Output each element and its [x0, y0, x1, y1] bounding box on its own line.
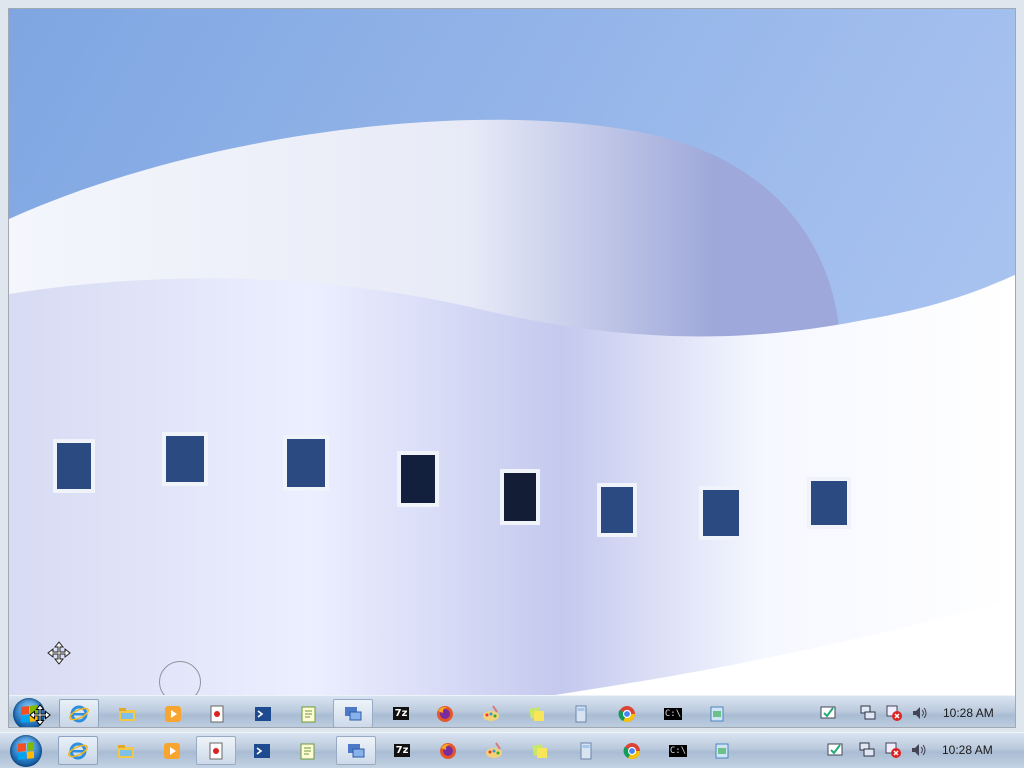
error-icon[interactable]	[885, 704, 903, 722]
file-manager-icon	[707, 704, 727, 724]
chrome-icon	[617, 704, 637, 724]
taskbar-7zip[interactable]: 7z	[381, 699, 421, 727]
paint-icon	[481, 704, 501, 724]
taskbar-file-manager[interactable]	[702, 736, 742, 765]
folder-icon	[117, 704, 137, 724]
move-cursor-icon	[47, 641, 71, 665]
folder-icon	[116, 741, 136, 761]
media-player-icon	[163, 704, 183, 724]
taskbar-media-player[interactable]	[152, 736, 192, 765]
taskbar-media-player[interactable]	[153, 699, 193, 727]
taskbar-cmd[interactable]: C:\	[653, 699, 693, 727]
volume-icon[interactable]	[911, 704, 929, 722]
sevenzip-icon: 7z	[393, 744, 411, 757]
taskbar-powershell[interactable]	[243, 699, 283, 727]
remote-desktop-icon	[346, 741, 366, 761]
sticky-notes-icon	[527, 704, 547, 724]
taskbar-explorer[interactable]	[107, 699, 147, 727]
taskbar-firefox[interactable]	[425, 699, 465, 727]
ie-icon	[69, 704, 89, 724]
system-tray: 10:28 AM	[826, 733, 993, 767]
taskbar-solitaire[interactable]	[196, 736, 236, 765]
taskbar-calculator[interactable]	[566, 736, 606, 765]
remote-taskbar: 7z C:\ 10:28 AM	[9, 695, 1015, 727]
taskbar-chrome[interactable]	[607, 699, 647, 727]
taskbar-remote-desktop[interactable]	[333, 699, 373, 727]
ie-icon	[68, 741, 88, 761]
taskbar-sticky-notes[interactable]	[517, 699, 557, 727]
taskbar-paint[interactable]	[471, 699, 511, 727]
sevenzip-icon: 7z	[392, 707, 410, 720]
remote-desktop-icon	[343, 704, 363, 724]
taskbar-ie[interactable]	[58, 736, 98, 765]
calculator-icon	[576, 741, 596, 761]
notepad-icon	[299, 704, 319, 724]
taskbar-sticky-notes[interactable]	[520, 736, 560, 765]
sticky-notes-icon	[530, 741, 550, 761]
desktop-wallpaper	[9, 9, 1015, 699]
taskbar-cmd[interactable]: C:\	[658, 736, 698, 765]
action-center-icon[interactable]	[819, 704, 837, 722]
taskbar-notepad[interactable]	[289, 699, 329, 727]
paint-icon	[484, 741, 504, 761]
cmd-icon: C:\	[663, 707, 683, 720]
cards-icon	[206, 741, 226, 761]
network-icon[interactable]	[859, 704, 877, 722]
error-icon[interactable]	[884, 741, 902, 759]
taskbar-ie[interactable]	[59, 699, 99, 727]
taskbar-remote-desktop[interactable]	[336, 736, 376, 765]
action-center-icon[interactable]	[826, 741, 844, 759]
clock[interactable]: 10:28 AM	[943, 706, 994, 720]
system-tray: 10:28 AM	[819, 696, 994, 727]
remote-desktop-window: 7z C:\ 10:28 AM	[8, 8, 1016, 728]
media-player-icon	[162, 741, 182, 761]
powershell-icon	[253, 704, 273, 724]
cards-icon	[207, 704, 227, 724]
taskbar-7zip[interactable]: 7z	[382, 736, 422, 765]
taskbar-chrome[interactable]	[612, 736, 652, 765]
start-button[interactable]	[10, 735, 42, 767]
network-icon[interactable]	[858, 741, 876, 759]
file-manager-icon	[712, 741, 732, 761]
taskbar-file-manager[interactable]	[697, 699, 737, 727]
taskbar-solitaire[interactable]	[197, 699, 237, 727]
chrome-icon	[622, 741, 642, 761]
taskbar-notepad[interactable]	[288, 736, 328, 765]
volume-icon[interactable]	[910, 741, 928, 759]
taskbar-paint[interactable]	[474, 736, 514, 765]
firefox-icon	[435, 704, 455, 724]
firefox-icon	[438, 741, 458, 761]
calculator-icon	[571, 704, 591, 724]
cmd-icon: C:\	[668, 744, 688, 757]
move-cursor-icon	[29, 704, 51, 726]
taskbar-firefox[interactable]	[428, 736, 468, 765]
powershell-icon	[252, 741, 272, 761]
taskbar-powershell[interactable]	[242, 736, 282, 765]
host-taskbar: 7z C:\ 10:28 AM	[0, 732, 1024, 768]
taskbar-explorer[interactable]	[106, 736, 146, 765]
notepad-icon	[298, 741, 318, 761]
clock[interactable]: 10:28 AM	[942, 743, 993, 757]
taskbar-calculator[interactable]	[561, 699, 601, 727]
windows-logo-icon	[18, 742, 34, 760]
